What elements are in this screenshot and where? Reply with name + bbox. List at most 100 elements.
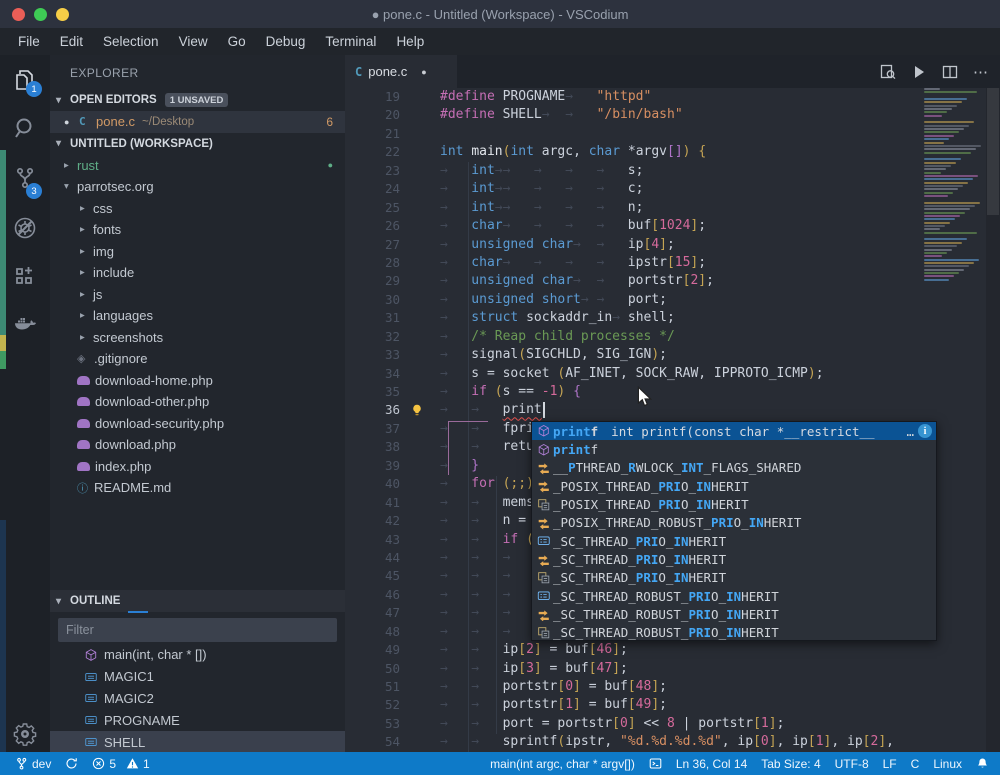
code-line-19[interactable]: 19 #define PROGNAME→ "httpd" <box>345 88 1000 106</box>
suggest-item--sc-thread-prio-inherit[interactable]: _SC_THREAD_PRIO_INHERIT <box>532 532 936 550</box>
sync-button[interactable] <box>58 757 85 770</box>
suggest-item--pthread-rwlock-int-flags-shared[interactable]: __PTHREAD_RWLOCK_INT_FLAGS_SHARED <box>532 459 936 477</box>
outline-item-magic2[interactable]: MAGIC2 <box>50 688 345 710</box>
code-line-54[interactable]: 54 → → sprintf(ipstr, "%d.%d.%d.%d", ip[0],… <box>345 733 1000 751</box>
scrollbar-slider[interactable] <box>987 88 999 215</box>
tree-item-download-home-php[interactable]: download-home.php <box>50 370 345 392</box>
code-area[interactable]: 19 #define PROGNAME→ "httpd" 20 #define SHEL… <box>345 88 1000 752</box>
modified-dot-icon[interactable]: ● <box>421 67 426 77</box>
more-actions-icon[interactable]: ⋯ <box>970 61 992 83</box>
code-line-27[interactable]: 27 → unsigned char→ → ip[4]; <box>345 236 1000 254</box>
tree-item-include[interactable]: ▸ include <box>50 262 345 284</box>
editor-scrollbar[interactable] <box>986 88 1000 752</box>
menu-item-edit[interactable]: Edit <box>50 30 93 53</box>
suggest-item--posix-thread-prio-inherit[interactable]: _POSIX_THREAD_PRIO_INHERIT <box>532 477 936 495</box>
suggest-item-printf[interactable]: printf <box>532 440 936 458</box>
tree-item-rust[interactable]: ▸ rust ● <box>50 155 345 177</box>
code-line-26[interactable]: 26 → char→ → → → buf[1024]; <box>345 217 1000 235</box>
tree-item-download-security-php[interactable]: download-security.php <box>50 413 345 435</box>
code-line-53[interactable]: 53 → → port = portstr[0] << 8 | portstr[1]; <box>345 715 1000 733</box>
menu-item-file[interactable]: File <box>8 30 50 53</box>
suggest-item--sc-thread-prio-inherit[interactable]: _SC_THREAD_PRIO_INHERIT <box>532 550 936 568</box>
tree-item-js[interactable]: ▸ js <box>50 284 345 306</box>
code-line-20[interactable]: 20 #define SHELL→ → "/bin/bash" <box>345 106 1000 124</box>
problems-status[interactable]: 5 1 <box>85 757 156 771</box>
code-line-33[interactable]: 33 → signal(SIGCHLD, SIG_IGN); <box>345 346 1000 364</box>
outline-item-main-int-char-[interactable]: main(int, char * []) <box>50 644 345 666</box>
code-line-36[interactable]: 36 → → print <box>345 401 1000 419</box>
tab-pone-c[interactable]: C pone.c ● <box>345 55 457 88</box>
menu-item-terminal[interactable]: Terminal <box>315 30 386 53</box>
debug-disabled-icon[interactable] <box>13 216 37 240</box>
close-button[interactable] <box>12 7 25 21</box>
outline-filter-input[interactable]: Filter <box>58 618 337 642</box>
tree-item-download-php[interactable]: download.php <box>50 434 345 456</box>
outline-header[interactable]: ▾ OUTLINE <box>50 590 345 613</box>
run-icon[interactable] <box>908 61 930 83</box>
screencast-icon[interactable] <box>642 757 669 770</box>
open-preview-icon[interactable] <box>877 61 899 83</box>
code-line-29[interactable]: 29 → unsigned char→ → portstr[2]; <box>345 272 1000 290</box>
menu-item-selection[interactable]: Selection <box>93 30 169 53</box>
open-editors-header[interactable]: ▾ OPEN EDITORS 1 UNSAVED <box>50 89 345 111</box>
tree-item-index-php[interactable]: index.php <box>50 456 345 478</box>
code-line-30[interactable]: 30 → unsigned short→ → port; <box>345 291 1000 309</box>
tree-item-download-other-php[interactable]: download-other.php <box>50 391 345 413</box>
remote-os-status[interactable]: Linux <box>926 757 969 771</box>
menu-item-help[interactable]: Help <box>386 30 434 53</box>
outline-item-progname[interactable]: PROGNAME <box>50 709 345 731</box>
menu-item-go[interactable]: Go <box>218 30 256 53</box>
tree-item--gitignore[interactable]: ◈ .gitignore <box>50 348 345 370</box>
tree-item-readme-md[interactable]: ⓘ README.md <box>50 477 345 499</box>
language-mode-status[interactable]: C <box>904 757 927 771</box>
code-line-24[interactable]: 24 → int→→ → → → c; <box>345 180 1000 198</box>
tree-item-parrotsec-org[interactable]: ▾ parrotsec.org <box>50 176 345 198</box>
lightbulb-icon[interactable] <box>411 404 423 416</box>
git-branch-status[interactable]: dev <box>8 757 58 771</box>
code-line-31[interactable]: 31 → struct sockaddr_in→ shell; <box>345 309 1000 327</box>
notifications-bell-icon[interactable] <box>969 757 996 770</box>
encoding-status[interactable]: UTF-8 <box>828 757 876 771</box>
minimap[interactable] <box>924 88 986 752</box>
suggest-item--posix-thread-prio-inherit[interactable]: _POSIX_THREAD_PRIO_INHERIT <box>532 495 936 513</box>
suggest-item--posix-thread-robust-prio-inherit[interactable]: _POSIX_THREAD_ROBUST_PRIO_INHERIT <box>532 514 936 532</box>
split-editor-icon[interactable] <box>939 61 961 83</box>
tree-item-css[interactable]: ▸ css <box>50 198 345 220</box>
eol-status[interactable]: LF <box>876 757 904 771</box>
code-line-23[interactable]: 23 → int→→ → → → s; <box>345 162 1000 180</box>
minimize-button[interactable] <box>56 7 69 21</box>
open-editor-pone-c[interactable]: ● C pone.c ~/Desktop 6 <box>50 111 345 133</box>
suggest-item--sc-thread-robust-prio-inherit[interactable]: _SC_THREAD_ROBUST_PRIO_INHERIT <box>532 624 936 642</box>
tab-size-status[interactable]: Tab Size: 4 <box>754 757 827 771</box>
info-icon[interactable]: i <box>918 424 932 439</box>
code-line-49[interactable]: 49 → → ip[2] = buf[46]; <box>345 641 1000 659</box>
workspace-header[interactable]: ▾ UNTITLED (WORKSPACE) <box>50 133 345 155</box>
tree-item-img[interactable]: ▸ img <box>50 241 345 263</box>
code-line-52[interactable]: 52 → → portstr[1] = buf[49]; <box>345 696 1000 714</box>
menu-item-debug[interactable]: Debug <box>256 30 316 53</box>
suggest-item-printf[interactable]: printf int printf(const char *__restrict_… <box>532 422 936 441</box>
extensions-icon[interactable] <box>13 264 37 288</box>
code-line-21[interactable]: 21 <box>345 125 1000 143</box>
code-line-35[interactable]: 35 → if (s == -1) { <box>345 383 1000 401</box>
code-line-51[interactable]: 51 → → portstr[0] = buf[48]; <box>345 678 1000 696</box>
tree-item-fonts[interactable]: ▸ fonts <box>50 219 345 241</box>
outline-item-shell[interactable]: SHELL <box>50 731 345 752</box>
code-line-22[interactable]: 22 int main(int argc, char *argv[]) { <box>345 143 1000 161</box>
suggest-item--sc-thread-robust-prio-inherit[interactable]: _SC_THREAD_ROBUST_PRIO_INHERIT <box>532 605 936 623</box>
suggest-item--sc-thread-prio-inherit[interactable]: _SC_THREAD_PRIO_INHERIT <box>532 569 936 587</box>
cursor-position-status[interactable]: Ln 36, Col 14 <box>669 757 754 771</box>
symbol-status[interactable]: main(int argc, char * argv[]) <box>483 757 642 771</box>
maximize-button[interactable] <box>34 7 47 21</box>
code-line-32[interactable]: 32 →/* Reap child processes */ <box>345 328 1000 346</box>
menu-item-view[interactable]: View <box>169 30 218 53</box>
search-icon[interactable] <box>13 116 37 140</box>
outline-item-magic1[interactable]: MAGIC1 <box>50 666 345 688</box>
tree-item-screenshots[interactable]: ▸ screenshots <box>50 327 345 349</box>
tree-item-languages[interactable]: ▸ languages <box>50 305 345 327</box>
code-line-28[interactable]: 28 → char→ → → → ipstr[15]; <box>345 254 1000 272</box>
settings-gear-icon[interactable] <box>13 722 37 746</box>
code-line-25[interactable]: 25 → int→→ → → → n; <box>345 199 1000 217</box>
code-line-50[interactable]: 50 → → ip[3] = buf[47]; <box>345 660 1000 678</box>
code-line-34[interactable]: 34 → s = socket (AF_INET, SOCK_RAW, IPPROT… <box>345 365 1000 383</box>
